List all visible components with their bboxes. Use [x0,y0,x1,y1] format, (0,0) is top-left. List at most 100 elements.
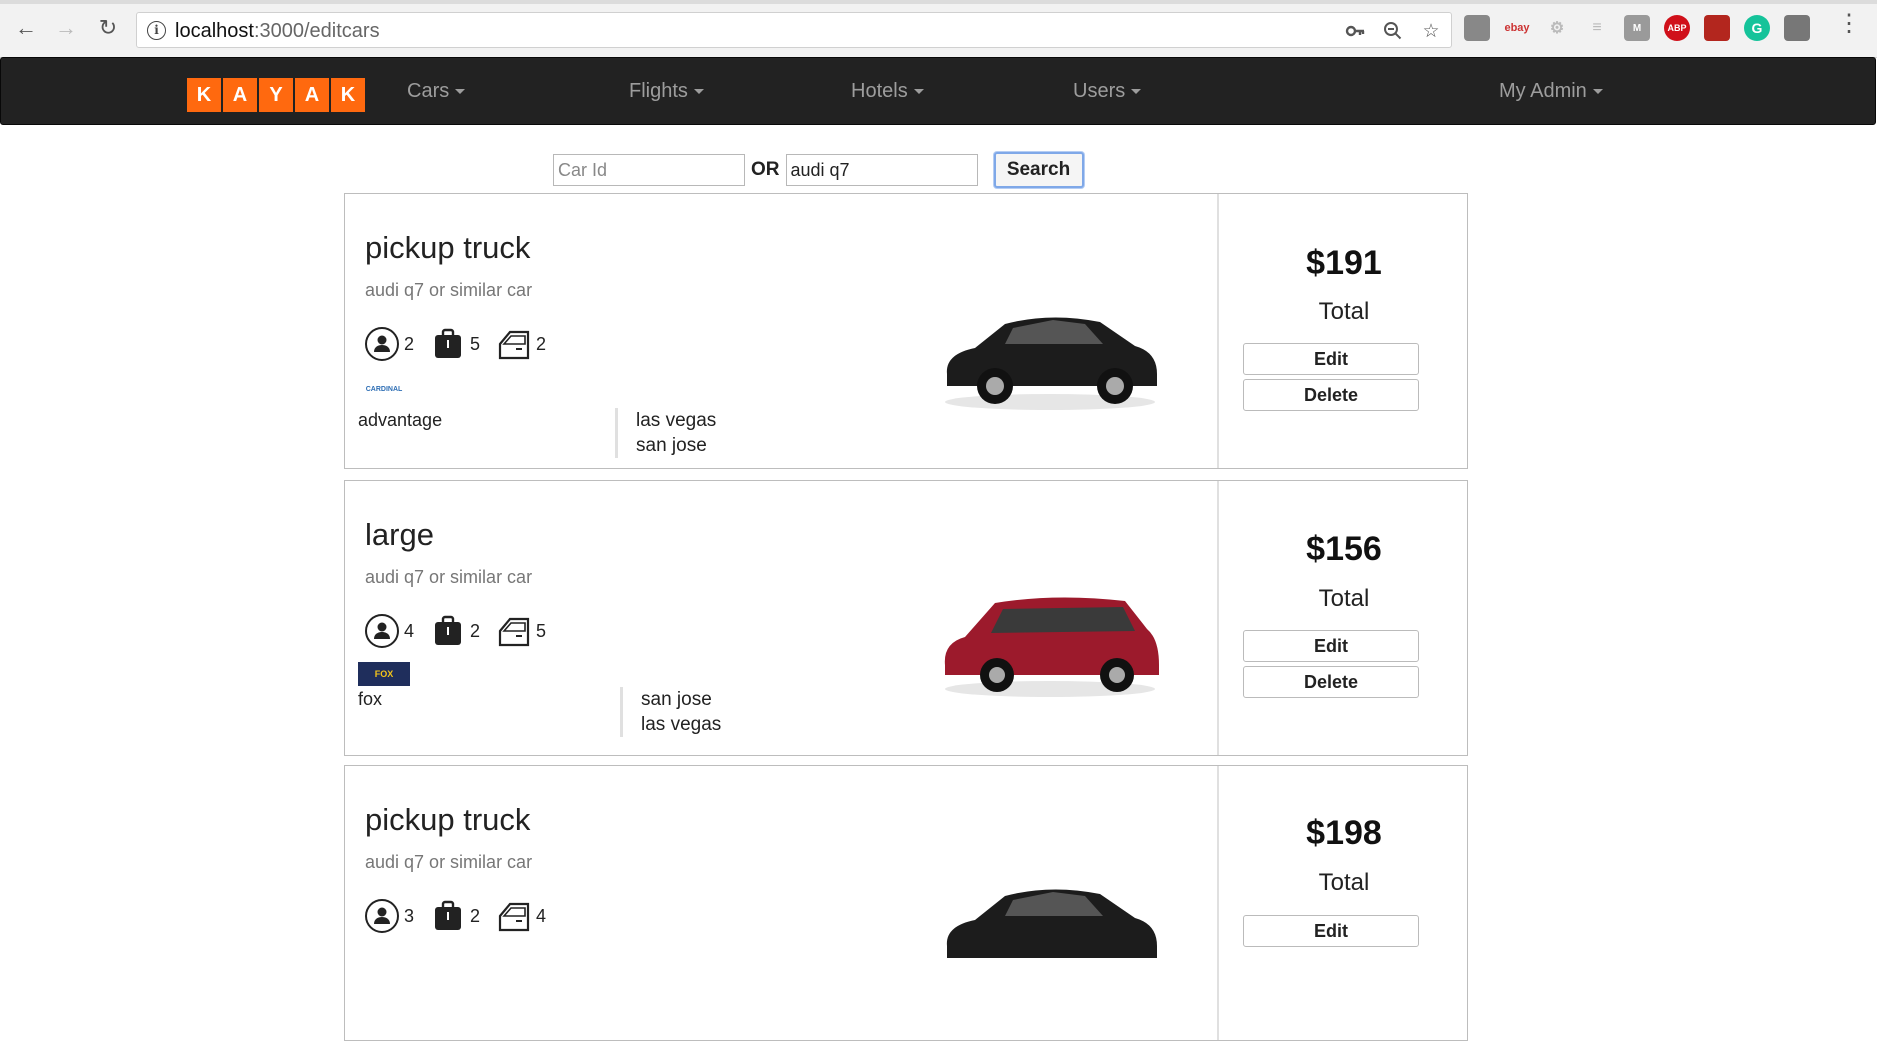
edit-button[interactable]: Edit [1243,915,1419,947]
puzzle-extension-icon[interactable]: ⚙ [1544,15,1570,41]
edit-button[interactable]: Edit [1243,343,1419,375]
door-count: 4 [536,905,547,926]
delete-button[interactable]: Delete [1243,666,1419,698]
door-count: 5 [536,620,547,641]
search-button[interactable]: Search [993,152,1084,188]
car-description: audi q7 or similar car [365,280,533,300]
car-type: pickup truck [365,230,531,265]
browser-menu-icon[interactable]: ⋮ [1837,12,1861,36]
car-image [944,597,1159,697]
edit-button[interactable]: Edit [1243,630,1419,662]
city-name: san jose [636,435,707,456]
car-card: pickup truck audi q7 or similar car 3 2 … [344,765,1468,1041]
ebay-extension-icon[interactable]: ebay [1504,15,1530,41]
door-count: 2 [536,333,547,354]
car-description: audi q7 or similar car [365,567,533,587]
agency-logo-text: FOX [374,669,394,679]
browser-chrome: ← → ↻ i localhost:3000/editcars ☆ ebay ⚙… [0,0,1877,58]
kayak-logo[interactable]: K A Y A K [187,78,365,112]
caret-down-icon [1131,89,1142,95]
caret-down-icon [455,89,466,95]
forward-icon[interactable]: → [52,14,80,42]
car-card: large audi q7 or similar car 4 2 5 FOX f… [344,480,1468,756]
address-bar[interactable]: i localhost:3000/editcars ☆ [136,12,1452,48]
caret-down-icon [913,89,924,95]
extension-icon[interactable] [1464,15,1490,41]
bag-count: 2 [470,905,481,926]
agency-logo: CARDINAL [358,374,410,404]
car-image [945,317,1157,410]
tab-strip [0,0,1877,4]
passenger-icon [364,898,400,934]
agency-name: advantage [358,410,443,430]
agency-logo: FOX [358,662,410,686]
car-features: 3 2 4 [364,898,562,934]
car-price-panel: $156 Total Edit Delete [1221,481,1467,755]
car-card-details: pickup truck audi q7 or similar car 3 2 … [345,766,1219,1040]
luggage-icon [430,326,466,362]
car-card: pickup truck audi q7 or similar car 2 5 … [344,193,1468,469]
passenger-icon [364,326,400,362]
stack-extension-icon[interactable]: ≡ [1584,15,1610,41]
address-url[interactable]: localhost:3000/editcars [175,20,380,43]
nav-flights-label: Flights [629,80,688,102]
total-label: Total [1318,869,1370,896]
nav-users-dropdown[interactable]: Users [1073,80,1142,103]
url-path: :3000/editcars [253,20,380,42]
nav-my-admin-dropdown[interactable]: My Admin [1499,80,1603,103]
car-description: audi q7 or similar car [365,852,533,872]
car-features: 4 2 5 [364,613,562,649]
car-features: 2 5 2 [364,326,562,362]
search-bar: OR Search [553,152,1084,188]
logo-letter: Y [259,78,293,112]
bookmark-star-icon[interactable]: ☆ [1419,19,1443,43]
luggage-icon [430,898,466,934]
m-extension-icon[interactable]: M [1624,15,1650,41]
passenger-icon [364,613,400,649]
car-door-icon [496,613,532,649]
car-type: large [365,517,434,552]
nav-flights-dropdown[interactable]: Flights [629,80,704,103]
car-type: pickup truck [365,802,531,837]
site-navbar: K A Y A K Cars Flights Hotels Users My A… [0,57,1876,125]
car-image [946,889,1157,958]
logo-letter: A [295,78,329,112]
url-host: localhost [175,20,254,42]
car-card-details: large audi q7 or similar car 4 2 5 FOX f… [345,481,1219,755]
nav-cars-label: Cars [407,80,450,102]
or-label: OR [751,159,780,180]
car-query-input[interactable] [785,154,978,186]
bookmark-extension-icon[interactable] [1704,15,1730,41]
luggage-icon [430,613,466,649]
reload-icon[interactable]: ↻ [94,14,122,42]
adblock-extension-icon[interactable]: ABP [1664,15,1690,41]
back-icon[interactable]: ← [12,14,40,42]
car-id-input[interactable] [553,154,745,186]
agency-logo-text: CARDINAL [365,385,403,393]
logo-letter: K [187,78,221,112]
car-price-panel: $198 Total Edit [1221,766,1467,1040]
logo-letter: A [223,78,257,112]
passenger-count: 3 [404,905,415,926]
nav-hotels-dropdown[interactable]: Hotels [851,80,924,103]
city-name: las vegas [641,714,722,735]
car-card-details: pickup truck audi q7 or similar car 2 5 … [345,194,1219,468]
car-door-icon [496,326,532,362]
nav-hotels-label: Hotels [851,80,908,102]
nav-cars-dropdown[interactable]: Cars [407,80,466,103]
key-icon[interactable] [1343,19,1367,43]
car-cities: san jose las vegas [620,687,721,737]
caret-down-icon [1592,89,1603,95]
grammarly-extension-icon[interactable]: G [1744,15,1770,41]
total-label: Total [1318,298,1370,325]
info-icon[interactable]: i [147,21,166,40]
delete-button[interactable]: Delete [1243,379,1419,411]
bag-count: 2 [470,620,481,641]
zoom-out-icon[interactable] [1381,19,1405,43]
car-door-icon [496,898,532,934]
agency-name: fox [358,689,383,709]
notes-extension-icon[interactable] [1784,15,1810,41]
nav-users-label: Users [1073,80,1126,102]
nav-my-admin-label: My Admin [1499,80,1587,102]
car-price: $156 [1306,530,1382,568]
